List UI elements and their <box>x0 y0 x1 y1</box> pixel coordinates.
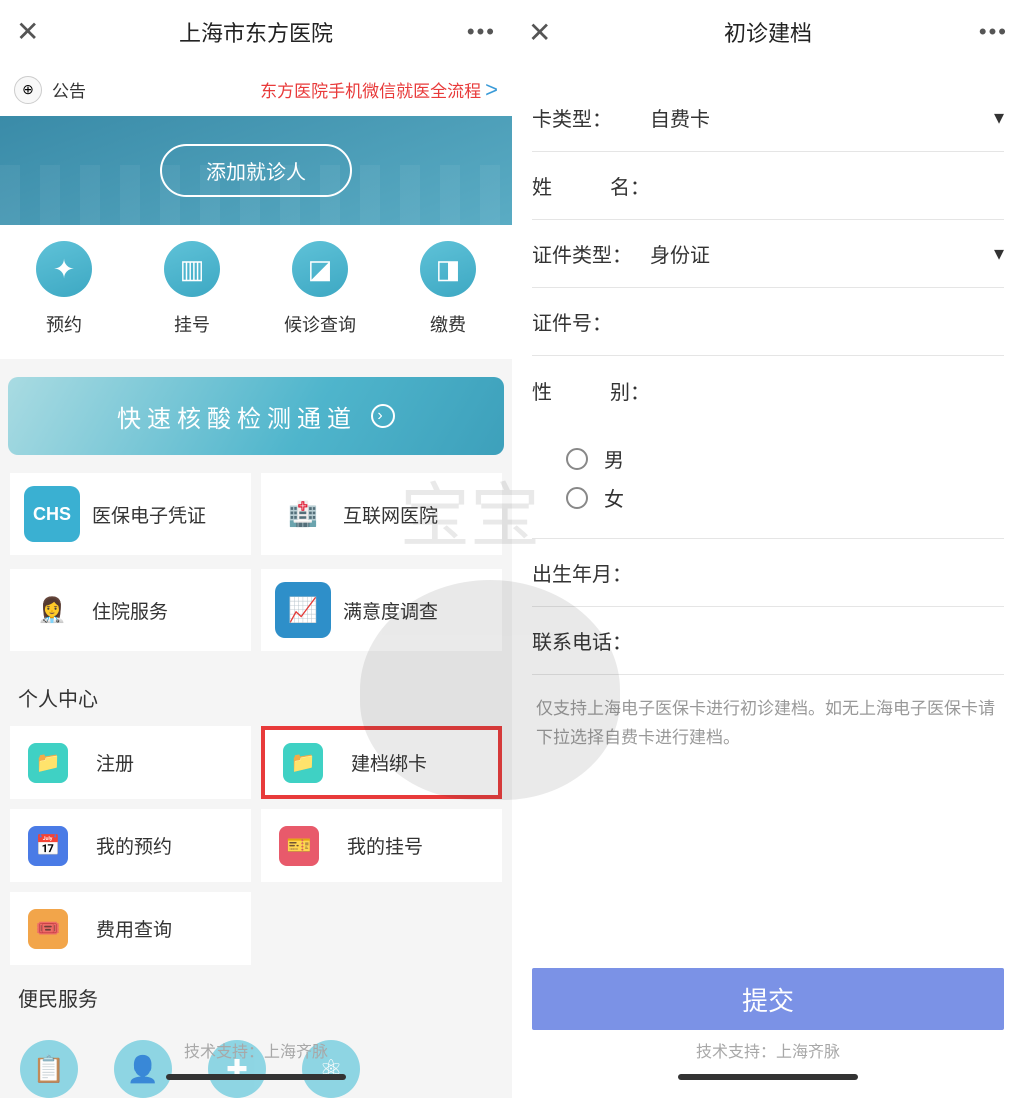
card-type-value: 自费卡 <box>650 103 994 132</box>
chs-icon: CHS <box>24 486 80 542</box>
id-type-row[interactable]: 证件类型： 身份证 ▾ <box>532 220 1004 288</box>
service-label: 住院服务 <box>92 597 168 624</box>
arrow-right-circle-icon: › <box>371 404 395 428</box>
service-label: 满意度调查 <box>343 597 438 624</box>
quick-register[interactable]: ▥ 挂号 <box>128 241 256 337</box>
nucleic-test-banner[interactable]: 快速核酸检测通道 › <box>8 377 504 455</box>
home-indicator <box>678 1074 858 1080</box>
service-inpatient[interactable]: 👩‍⚕️ 住院服务 <box>10 569 251 651</box>
id-number-row[interactable]: 证件号： <box>532 288 1004 356</box>
pc-label: 我的预约 <box>96 832 172 859</box>
form-hint: 仅支持上海电子医保卡进行初诊建档。如无上海电子医保卡请下拉选择自费卡进行建档。 <box>532 675 1004 773</box>
radio-icon <box>566 487 588 509</box>
announce-label: 公告 <box>52 77 86 102</box>
home-screen: ✕ 上海市东方医院 ••• ⊕ 公告 东方医院手机微信就医全流程 > 添加就诊人… <box>0 0 512 1098</box>
service-label: 互联网医院 <box>343 501 438 528</box>
receipt-icon: 🎟️ <box>28 909 68 949</box>
hero-banner: 添加就诊人 <box>0 116 512 226</box>
page-title: 初诊建档 <box>528 16 1008 48</box>
footer-text: 技术支持：上海齐脉 <box>696 1044 840 1061</box>
pc-label: 建档绑卡 <box>351 749 427 776</box>
header: ✕ 初诊建档 ••• <box>512 0 1024 64</box>
hospital-icon: 🏥 <box>275 486 331 542</box>
phone-row[interactable]: 联系电话： <box>532 607 1004 675</box>
close-icon[interactable]: ✕ <box>528 16 551 49</box>
service-internet-hospital[interactable]: 🏥 互联网医院 <box>261 473 502 555</box>
registration-form: 卡类型： 自费卡 ▾ 姓名： 证件类型： 身份证 ▾ 证件号： 性别： 男 <box>512 64 1024 1098</box>
service-survey[interactable]: 📈 满意度调查 <box>261 569 502 651</box>
footer-text: 技术支持：上海齐脉 <box>184 1044 328 1061</box>
radio-label: 男 <box>604 444 624 473</box>
gender-female-radio[interactable]: 女 <box>566 483 1004 512</box>
pc-label: 注册 <box>96 749 134 776</box>
chart-icon: 📈 <box>275 582 331 638</box>
personal-my-appointment[interactable]: 📅 我的预约 <box>10 809 251 882</box>
quick-actions: ✦ 预约 ▥ 挂号 ◪ 候诊查询 ◨ 缴费 <box>0 225 512 359</box>
card-type-label: 卡类型： <box>532 103 650 132</box>
personal-my-register[interactable]: 🎫 我的挂号 <box>261 809 502 882</box>
footer: 技术支持：上海齐脉 <box>0 1028 512 1098</box>
submit-button[interactable]: 提交 <box>532 968 1004 1030</box>
id-number-label: 证件号： <box>532 307 650 336</box>
dob-row[interactable]: 出生年月： <box>532 539 1004 607</box>
payment-icon: ◨ <box>420 241 476 297</box>
hospital-logo-icon: ⊕ <box>14 76 42 104</box>
quick-waiting[interactable]: ◪ 候诊查询 <box>256 241 384 337</box>
header: ✕ 上海市东方医院 ••• <box>0 0 512 64</box>
card-type-row[interactable]: 卡类型： 自费卡 ▾ <box>532 84 1004 152</box>
pc-label: 我的挂号 <box>347 832 423 859</box>
page-title: 上海市东方医院 <box>16 16 496 48</box>
inpatient-icon: 👩‍⚕️ <box>24 582 80 638</box>
dropdown-caret-icon: ▾ <box>994 241 1004 266</box>
footer: 技术支持：上海齐脉 <box>512 1028 1024 1098</box>
folder-icon: 📁 <box>28 743 68 783</box>
waiting-icon: ◪ <box>292 241 348 297</box>
id-type-label: 证件类型： <box>532 239 650 268</box>
radio-icon <box>566 448 588 470</box>
ticket-icon: 🎫 <box>279 826 319 866</box>
quick-appointment[interactable]: ✦ 预约 <box>0 241 128 337</box>
radio-label: 女 <box>604 483 624 512</box>
personal-fee-query[interactable]: 🎟️ 费用查询 <box>10 892 251 965</box>
gender-radio-group: 男 女 <box>532 424 1004 539</box>
quick-label: 候诊查询 <box>284 311 356 337</box>
quick-label: 缴费 <box>430 311 466 337</box>
dropdown-caret-icon: ▾ <box>994 105 1004 130</box>
convenience-title: 便民服务 <box>0 965 512 1026</box>
close-icon[interactable]: ✕ <box>16 15 39 48</box>
quick-label: 挂号 <box>174 311 210 337</box>
gender-label: 性别： <box>532 376 650 405</box>
register-icon: ▥ <box>164 241 220 297</box>
banner-label: 快速核酸检测通道 <box>117 399 357 434</box>
add-patient-button[interactable]: 添加就诊人 <box>160 144 352 197</box>
quick-payment[interactable]: ◨ 缴费 <box>384 241 512 337</box>
id-type-value: 身份证 <box>650 239 994 268</box>
create-record-screen: ✕ 初诊建档 ••• 卡类型： 自费卡 ▾ 姓名： 证件类型： 身份证 ▾ 证件… <box>512 0 1024 1098</box>
service-insurance-cert[interactable]: CHS 医保电子凭证 <box>10 473 251 555</box>
appointment-icon: ✦ <box>36 241 92 297</box>
calendar-icon: 📅 <box>28 826 68 866</box>
personal-center-title: 个人中心 <box>0 665 512 726</box>
gender-label-row: 性别： <box>532 356 1004 424</box>
chevron-right-icon: > <box>485 77 498 103</box>
more-icon[interactable]: ••• <box>979 19 1008 45</box>
name-label: 姓名： <box>532 171 650 200</box>
announcement-bar[interactable]: ⊕ 公告 东方医院手机微信就医全流程 > <box>0 64 512 116</box>
more-icon[interactable]: ••• <box>467 19 496 45</box>
announce-link[interactable]: 东方医院手机微信就医全流程 <box>260 77 481 102</box>
home-indicator <box>166 1074 346 1080</box>
name-row[interactable]: 姓名： <box>532 152 1004 220</box>
personal-grid: 📁 注册 📁 建档绑卡 📅 我的预约 🎫 我的挂号 🎟️ 费用查询 <box>0 726 512 965</box>
service-label: 医保电子凭证 <box>92 501 206 528</box>
quick-label: 预约 <box>46 311 82 337</box>
pc-label: 费用查询 <box>96 915 172 942</box>
folder-icon: 📁 <box>283 743 323 783</box>
gender-male-radio[interactable]: 男 <box>566 444 1004 473</box>
personal-register[interactable]: 📁 注册 <box>10 726 251 799</box>
personal-create-record[interactable]: 📁 建档绑卡 <box>261 726 502 799</box>
dob-label: 出生年月： <box>532 558 650 587</box>
phone-label: 联系电话： <box>532 626 650 655</box>
